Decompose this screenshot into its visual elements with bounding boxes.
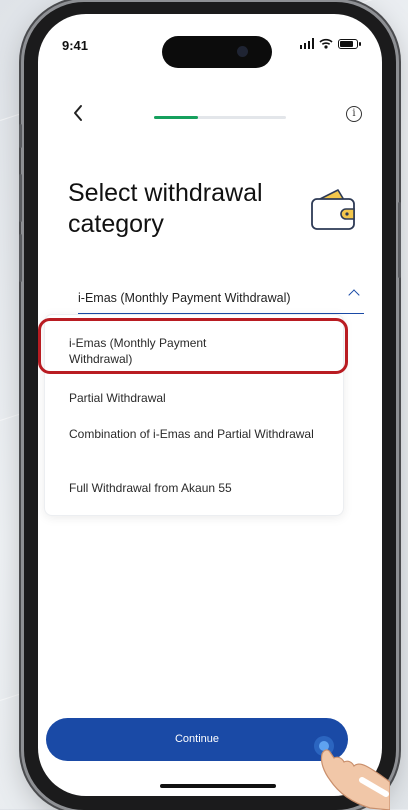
battery-icon — [338, 38, 361, 49]
volume-down-button — [19, 234, 22, 282]
step-progress-bar — [154, 116, 286, 119]
volume-up-button — [19, 174, 22, 222]
status-time: 9:41 — [62, 38, 89, 53]
withdrawal-category-dropdown[interactable]: i-Emas (Monthly Payment Withdrawal) — [78, 279, 364, 314]
info-icon: i — [352, 108, 356, 119]
status-bar: 9:41 — [38, 14, 382, 68]
selected-option-highlight — [38, 318, 348, 374]
option-partial-withdrawal[interactable]: Partial Withdrawal — [69, 390, 309, 406]
option-combination[interactable]: Combination of i-Emas and Partial Withdr… — [69, 426, 317, 442]
info-button[interactable]: i — [346, 106, 362, 122]
dropdown-selected-value: i-Emas (Monthly Payment Withdrawal) — [78, 291, 291, 305]
camera-icon — [237, 46, 248, 57]
mute-switch — [19, 124, 22, 148]
option-full-withdrawal-akaun-55[interactable]: Full Withdrawal from Akaun 55 — [69, 480, 317, 496]
chevron-left-icon — [74, 105, 82, 121]
signal-icon — [299, 38, 314, 49]
wifi-icon — [319, 38, 333, 49]
back-button[interactable] — [72, 104, 94, 128]
dynamic-island — [162, 36, 272, 68]
top-navigation: i — [38, 104, 382, 134]
chevron-up-icon — [348, 289, 360, 301]
pointing-hand-icon — [314, 736, 390, 810]
page-title: Select withdrawal category — [68, 179, 263, 238]
home-indicator — [160, 784, 276, 788]
status-icons — [299, 38, 361, 49]
wallet-icon — [311, 189, 355, 230]
step-progress-fill — [154, 116, 198, 119]
power-button — [398, 202, 401, 278]
